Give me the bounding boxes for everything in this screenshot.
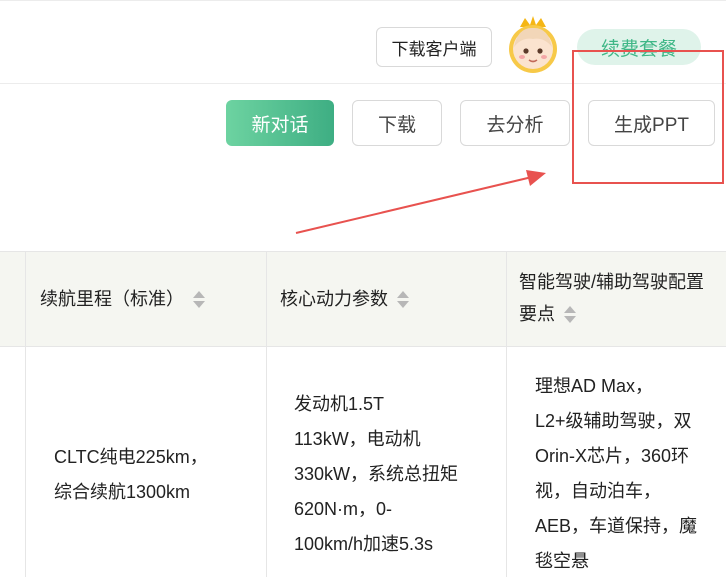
cell-text-line: 100km/h加速5.3s [294,534,434,554]
column-header-power[interactable]: 核心动力参数 [280,283,410,315]
cell-text-line: AEB，车道保持，魔 [535,516,698,536]
cell-text-line: 330kW，系统总扭矩 [294,464,459,484]
column-header-label: 智能驾驶/辅助驾驶配置 [519,272,704,292]
cell-text-line: 620N·m，0- [294,499,393,519]
cell-text-line: L2+级辅助驾驶，双 [535,411,692,431]
sort-icon[interactable] [192,290,206,310]
column-divider [506,251,507,577]
cell-text-line: 综合续航1300km [54,482,191,502]
column-divider [25,251,26,577]
cell-text-line: 113kW，电动机 [294,429,421,449]
cell-power: 发动机1.5T 113kW，电动机 330kW，系统总扭矩 620N·m，0- … [294,387,458,562]
column-header-range[interactable]: 续航里程（标准） [40,283,206,315]
cell-text-line: CLTC纯电225km， [54,447,208,467]
cell-range: CLTC纯电225km， 综合续航1300km [54,440,208,510]
column-header-label: 核心动力参数 [280,289,388,309]
cell-text-line: 毯空悬 [535,551,589,571]
column-divider [266,251,267,577]
cell-text-line: 理想AD Max， [535,376,654,396]
column-header-adas[interactable]: 智能驾驶/辅助驾驶配置 要点 [519,266,704,330]
cell-text-line: 发动机1.5T [294,394,385,414]
annotation-arrow-icon [295,170,546,234]
cell-adas: 理想AD Max， L2+级辅助驾驶，双 Orin-X芯片，360环 视，自动泊… [535,369,697,577]
cell-text-line: Orin-X芯片，360环 [535,446,690,466]
cell-text-line: 视，自动泊车， [535,481,661,501]
column-header-label: 要点 [519,304,555,324]
column-header-label: 续航里程（标准） [40,289,184,309]
sort-icon[interactable] [563,305,577,325]
sort-icon[interactable] [396,290,410,310]
